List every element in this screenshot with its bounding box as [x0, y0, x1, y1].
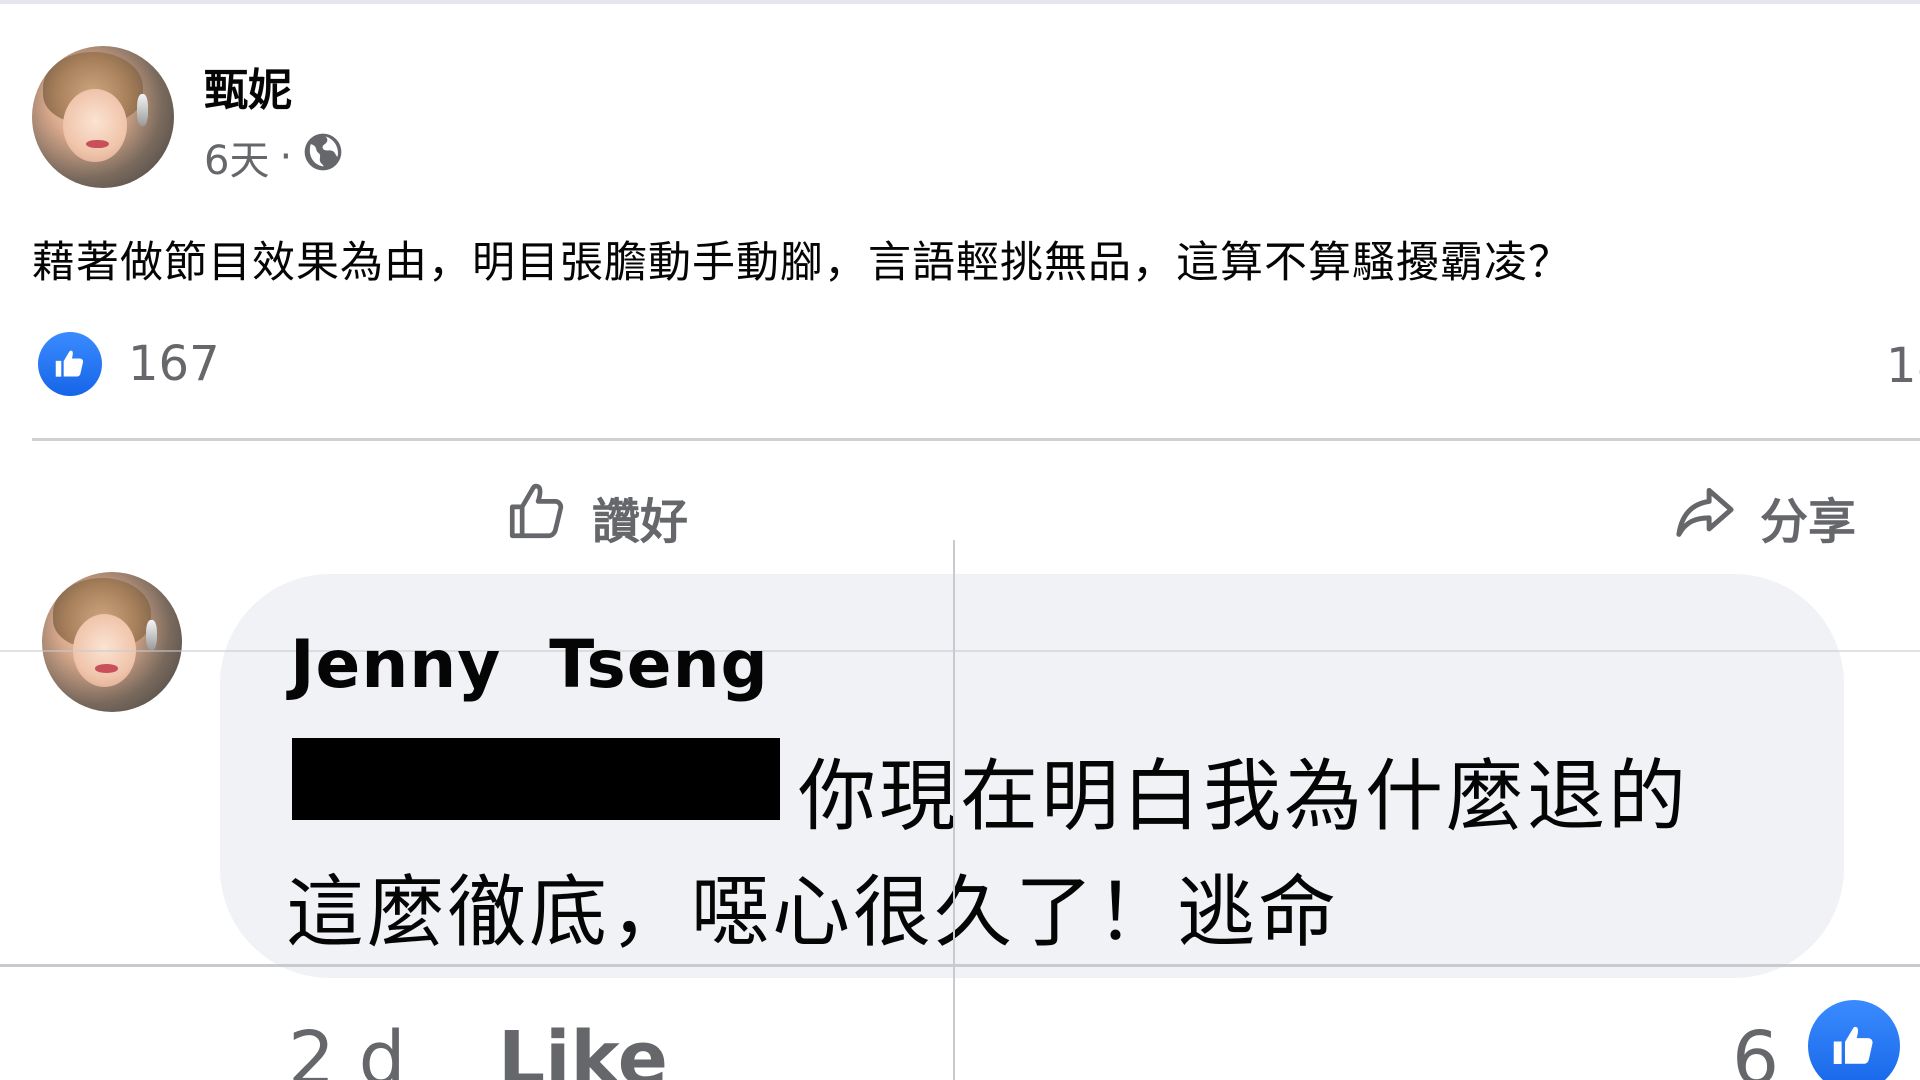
top-divider [0, 0, 1920, 4]
comment-text-line-1: 你現在明白我為什麼退的 [798, 752, 1690, 842]
comment-like-link[interactable]: Like [498, 1016, 668, 1080]
commenter-name[interactable]: Jenny Tseng [290, 626, 769, 703]
thumbs-up-outline-icon [504, 478, 592, 556]
image-seam [0, 650, 1920, 652]
reactions-divider [32, 438, 1920, 441]
like-button-label: 讚好 [592, 494, 689, 550]
post-meta: 6天 · [204, 128, 344, 186]
share-arrow-icon [1672, 478, 1760, 556]
redaction-bar [292, 738, 780, 820]
commenter-avatar[interactable] [42, 572, 182, 712]
globe-icon [302, 131, 344, 183]
facebook-post-screenshot: 甄妮 6天 · 藉著做節目效果為由，明目張膽動手動腳，言語輕挑無品，這算不算騷擾… [0, 0, 1920, 1080]
share-button-label: 分享 [1760, 494, 1857, 550]
share-button[interactable]: 分享 [1672, 478, 1856, 556]
meta-separator: · [279, 134, 293, 180]
thumbs-up-icon [1808, 1000, 1900, 1080]
post-author-name[interactable]: 甄妮 [204, 54, 292, 118]
thumbs-up-icon [38, 332, 102, 396]
author-avatar[interactable] [32, 46, 174, 188]
comment-time[interactable]: 2 d [288, 1016, 406, 1080]
comment-count[interactable]: 18 [1886, 338, 1920, 394]
reaction-count: 167 [128, 336, 220, 392]
post-text: 藉著做節目效果為由，明目張膽動手動腳，言語輕挑無品，這算不算騷擾霸凌？ [32, 238, 1572, 288]
comment-text-line-2: 這麼徹底，噁心很久了！逃命 [286, 868, 1340, 958]
image-seam [0, 964, 1920, 967]
like-button[interactable]: 讚好 [504, 478, 688, 556]
post-time[interactable]: 6天 [204, 128, 269, 186]
comment-like-count: 6 [1732, 1016, 1780, 1080]
image-seam [953, 540, 955, 1080]
reaction-summary[interactable]: 167 [38, 332, 220, 396]
